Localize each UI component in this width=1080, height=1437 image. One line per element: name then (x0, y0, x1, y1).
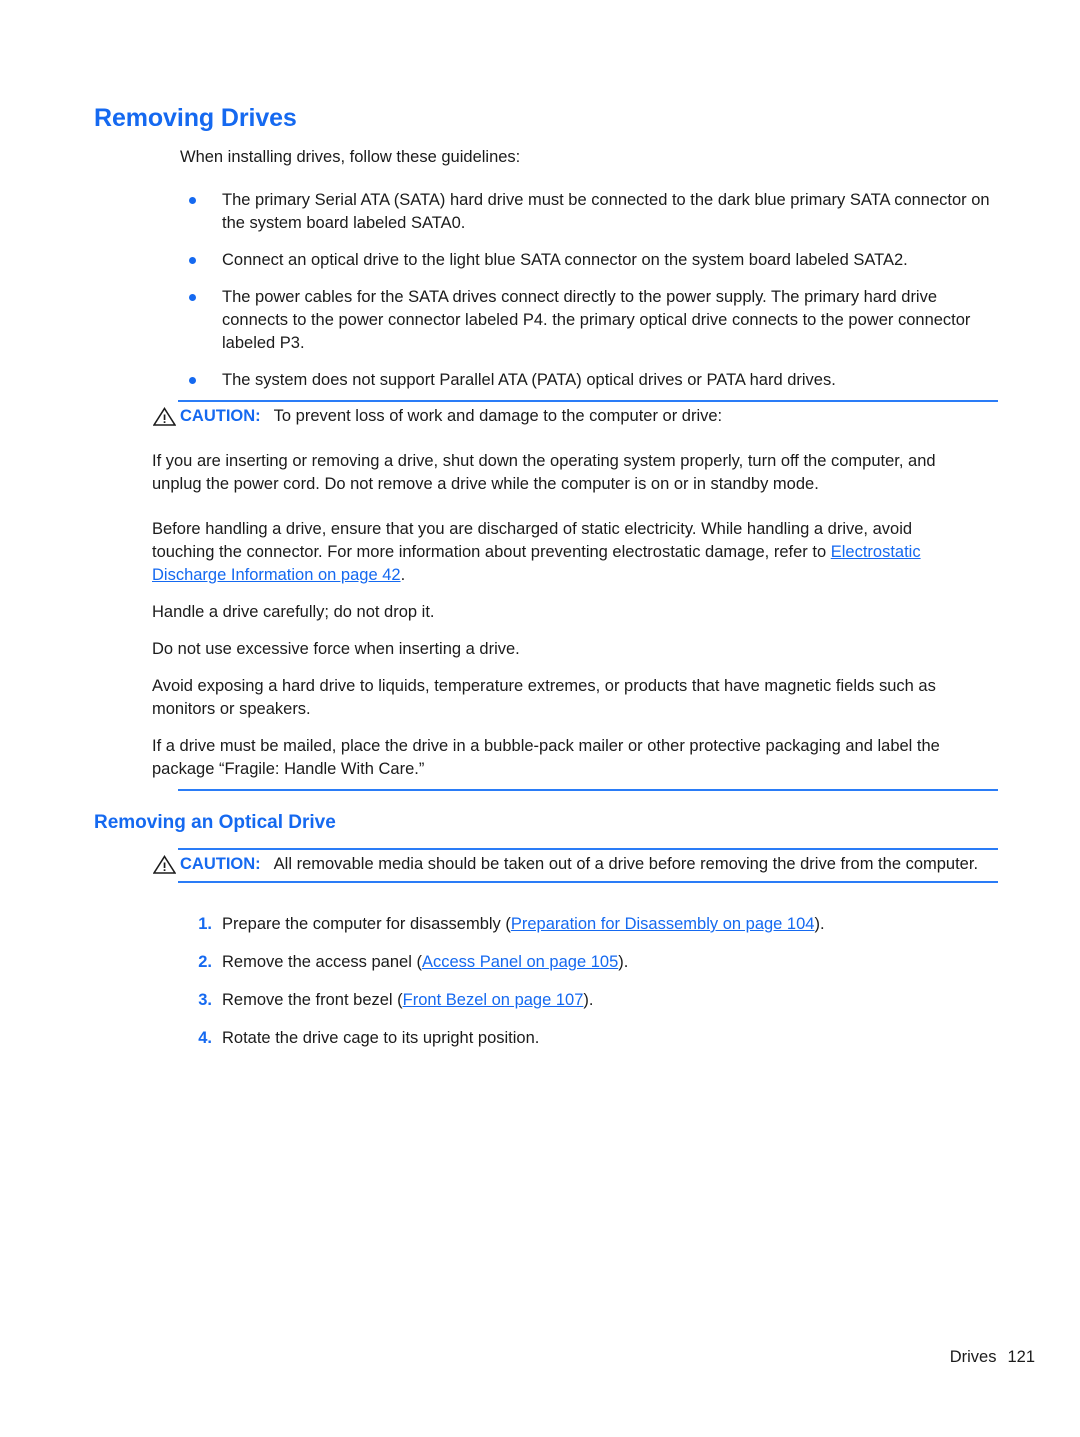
caution-body: CAUTION: To prevent loss of work and dama… (152, 402, 998, 783)
step-text: Prepare the computer for disassembly (Pr… (222, 913, 992, 936)
caution-lead-text: To prevent loss of work and damage to th… (273, 407, 723, 425)
warning-triangle-icon (152, 855, 177, 874)
caution-paragraph-2: Handle a drive carefully; do not drop it… (152, 603, 435, 621)
list-item: The primary Serial ATA (SATA) hard drive… (180, 189, 992, 235)
caution-2-body-text: All removable media should be taken out … (273, 855, 979, 873)
link-preparation-for-disassembly[interactable]: Preparation for Disassembly on page 104 (511, 915, 815, 933)
bullet-dot-icon (189, 294, 196, 301)
list-item: The system does not support Parallel ATA… (180, 369, 992, 392)
list-item-text: The primary Serial ATA (SATA) hard drive… (222, 191, 990, 232)
caution-paragraph-esd: Before handling a drive, ensure that you… (152, 518, 964, 587)
caution-block-2: CAUTION: All removable media should be ta… (152, 848, 998, 883)
step-number: 4. (198, 1029, 212, 1047)
step-text: Rotate the drive cage to its upright pos… (222, 1027, 992, 1050)
warning-triangle-icon (152, 407, 177, 426)
step-text: Remove the front bezel (Front Bezel on p… (222, 989, 992, 1012)
caution-bottom-rule (178, 881, 998, 883)
list-item-text: The system does not support Parallel ATA… (222, 371, 836, 389)
caution-block-1: CAUTION: To prevent loss of work and dama… (152, 400, 998, 791)
list-item: Connect an optical drive to the light bl… (180, 249, 992, 272)
caution-paragraph-3: Do not use excessive force when insertin… (152, 640, 520, 658)
step-item-4: 4. Rotate the drive cage to its upright … (180, 1027, 992, 1050)
intro-paragraph: When installing drives, follow these gui… (180, 148, 521, 166)
caution-paragraph-4: Avoid exposing a hard drive to liquids, … (152, 677, 936, 718)
list-item: The power cables for the SATA drives con… (180, 286, 992, 355)
caution-label: CAUTION: (180, 855, 261, 873)
page-title: Removing Drives (94, 104, 297, 132)
step-text-after: ). (583, 991, 594, 1009)
caution-2-text: CAUTION: All removable media should be ta… (180, 853, 998, 876)
step-text-before: Rotate the drive cage to its upright pos… (222, 1029, 540, 1047)
list-item-text: Connect an optical drive to the light bl… (222, 251, 908, 269)
section-title-removing-optical-drive: Removing an Optical Drive (94, 812, 336, 833)
step-text-before: Prepare the computer for disassembly ( (222, 915, 511, 933)
caution-bottom-rule (178, 789, 998, 791)
bullet-dot-icon (189, 377, 196, 384)
step-item-2: 2. Remove the access panel (Access Panel… (180, 951, 992, 974)
footer-page-number: 121 (1007, 1348, 1035, 1366)
page-footer: Drives 121 (0, 1348, 1035, 1367)
step-text-after: ). (814, 915, 825, 933)
caution-paragraph-1: If you are inserting or removing a drive… (152, 452, 936, 493)
link-access-panel[interactable]: Access Panel on page 105 (422, 953, 618, 971)
esd-text-after: . (400, 566, 406, 584)
caution-lead-line: CAUTION: To prevent loss of work and dama… (180, 405, 998, 428)
step-item-3: 3. Remove the front bezel (Front Bezel o… (180, 989, 992, 1012)
document-page: Removing Drives When installing drives, … (0, 0, 1080, 1437)
step-number: 3. (198, 991, 212, 1009)
step-text: Remove the access panel (Access Panel on… (222, 951, 992, 974)
footer-section-label: Drives (949, 1348, 997, 1366)
bullet-dot-icon (189, 197, 196, 204)
caution-body: CAUTION: All removable media should be ta… (152, 850, 998, 878)
caution-paragraph-5: If a drive must be mailed, place the dri… (152, 737, 940, 778)
caution-label: CAUTION: (180, 407, 261, 425)
esd-text-before: Before handling a drive, ensure that you… (152, 520, 913, 561)
step-number: 1. (198, 915, 212, 933)
bullet-dot-icon (189, 257, 196, 264)
step-item-1: 1. Prepare the computer for disassembly … (180, 913, 992, 936)
step-text-after: ). (618, 953, 629, 971)
step-text-before: Remove the access panel ( (222, 953, 422, 971)
step-number: 2. (198, 953, 212, 971)
list-item-text: The power cables for the SATA drives con… (222, 288, 971, 352)
step-text-before: Remove the front bezel ( (222, 991, 403, 1009)
link-front-bezel[interactable]: Front Bezel on page 107 (403, 991, 584, 1009)
